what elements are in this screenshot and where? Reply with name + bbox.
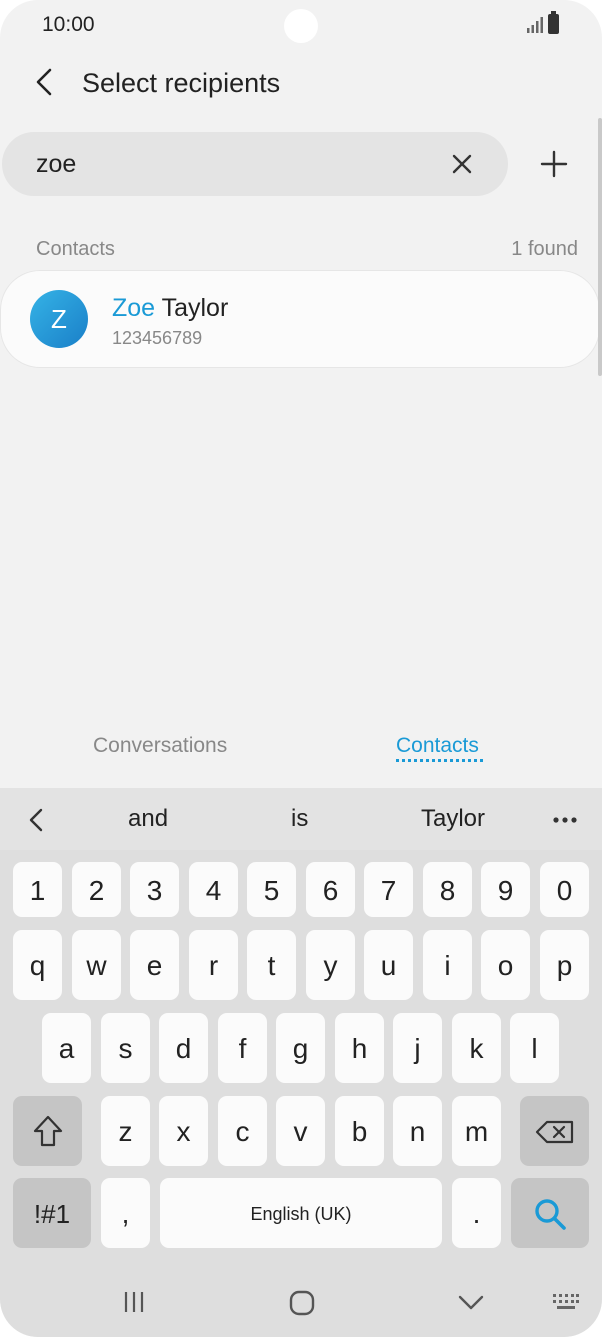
contact-name-match: Zoe	[112, 294, 156, 322]
keyboard: 1 2 3 4 5 6 7 8 9 0 q w e r t y u i o p …	[0, 850, 602, 1337]
key-y[interactable]: y	[306, 930, 355, 1000]
shift-key[interactable]	[13, 1096, 82, 1166]
contact-result-item[interactable]: Z Zoe Taylor 123456789	[0, 270, 600, 368]
shift-icon	[33, 1115, 63, 1147]
key-x[interactable]: x	[159, 1096, 208, 1166]
search-key[interactable]	[511, 1178, 589, 1248]
comma-key[interactable]: ,	[101, 1178, 150, 1248]
app-header: Select recipients	[0, 52, 602, 116]
contact-name-rest: Taylor	[155, 294, 229, 322]
key-7[interactable]: 7	[364, 862, 413, 917]
key-2[interactable]: 2	[72, 862, 121, 917]
phone-screen: 10:00 Select recipients zoe Contacts 1 f…	[0, 0, 602, 1337]
recent-apps-icon[interactable]	[122, 1290, 146, 1314]
chevron-left-icon[interactable]	[28, 808, 44, 832]
more-options-icon[interactable]	[552, 816, 578, 824]
battery-icon	[548, 11, 559, 34]
contact-name: Zoe Taylor	[112, 294, 228, 323]
key-e[interactable]: e	[130, 930, 179, 1000]
tab-conversations[interactable]: Conversations	[93, 734, 227, 758]
search-icon	[535, 1199, 566, 1230]
backspace-icon	[535, 1120, 574, 1144]
keyboard-switch-icon[interactable]	[552, 1292, 580, 1312]
add-recipient-icon[interactable]	[540, 150, 568, 178]
results-section-label: Contacts	[36, 238, 115, 260]
key-3[interactable]: 3	[130, 862, 179, 917]
key-m[interactable]: m	[452, 1096, 501, 1166]
key-b[interactable]: b	[335, 1096, 384, 1166]
key-9[interactable]: 9	[481, 862, 530, 917]
key-4[interactable]: 4	[189, 862, 238, 917]
results-tabs: Conversations Contacts	[0, 720, 602, 786]
front-camera	[284, 9, 318, 43]
key-v[interactable]: v	[276, 1096, 325, 1166]
scrollbar[interactable]	[598, 118, 602, 376]
key-f[interactable]: f	[218, 1013, 267, 1083]
key-c[interactable]: c	[218, 1096, 267, 1166]
key-g[interactable]: g	[276, 1013, 325, 1083]
symbols-key[interactable]: !#1	[13, 1178, 91, 1248]
home-icon[interactable]	[289, 1290, 315, 1316]
key-w[interactable]: w	[72, 930, 121, 1000]
space-key[interactable]: English (UK)	[160, 1178, 442, 1248]
hide-keyboard-icon[interactable]	[458, 1294, 484, 1312]
status-time: 10:00	[42, 13, 95, 36]
key-s[interactable]: s	[101, 1013, 150, 1083]
contact-number: 123456789	[112, 328, 203, 348]
avatar: Z	[30, 290, 88, 348]
page-title: Select recipients	[82, 68, 281, 98]
key-j[interactable]: j	[393, 1013, 442, 1083]
key-1[interactable]: 1	[13, 862, 62, 917]
key-o[interactable]: o	[481, 930, 530, 1000]
status-bar: 10:00	[0, 0, 602, 52]
signal-icon	[527, 17, 543, 33]
suggestion-bar: and is Taylor	[0, 788, 602, 850]
backspace-key[interactable]	[520, 1096, 589, 1166]
key-5[interactable]: 5	[247, 862, 296, 917]
key-p[interactable]: p	[540, 930, 589, 1000]
key-r[interactable]: r	[189, 930, 238, 1000]
key-6[interactable]: 6	[306, 862, 355, 917]
active-tab-indicator	[396, 759, 483, 762]
key-8[interactable]: 8	[423, 862, 472, 917]
key-h[interactable]: h	[335, 1013, 384, 1083]
key-a[interactable]: a	[42, 1013, 91, 1083]
key-0[interactable]: 0	[540, 862, 589, 917]
search-input-value[interactable]: zoe	[36, 150, 76, 179]
suggestion-2[interactable]: is	[291, 805, 308, 833]
suggestion-1[interactable]: and	[128, 805, 168, 833]
key-d[interactable]: d	[159, 1013, 208, 1083]
key-n[interactable]: n	[393, 1096, 442, 1166]
key-i[interactable]: i	[423, 930, 472, 1000]
key-l[interactable]: l	[510, 1013, 559, 1083]
key-t[interactable]: t	[247, 930, 296, 1000]
key-k[interactable]: k	[452, 1013, 501, 1083]
key-q[interactable]: q	[13, 930, 62, 1000]
navigation-bar	[0, 1268, 602, 1337]
search-field[interactable]: zoe	[2, 132, 508, 196]
results-count: 1 found	[511, 238, 578, 260]
key-z[interactable]: z	[101, 1096, 150, 1166]
clear-icon[interactable]	[450, 152, 474, 176]
period-key[interactable]: .	[452, 1178, 501, 1248]
key-u[interactable]: u	[364, 930, 413, 1000]
back-arrow-icon[interactable]	[30, 66, 60, 98]
tab-contacts[interactable]: Contacts	[396, 734, 479, 758]
suggestion-3[interactable]: Taylor	[421, 805, 485, 833]
